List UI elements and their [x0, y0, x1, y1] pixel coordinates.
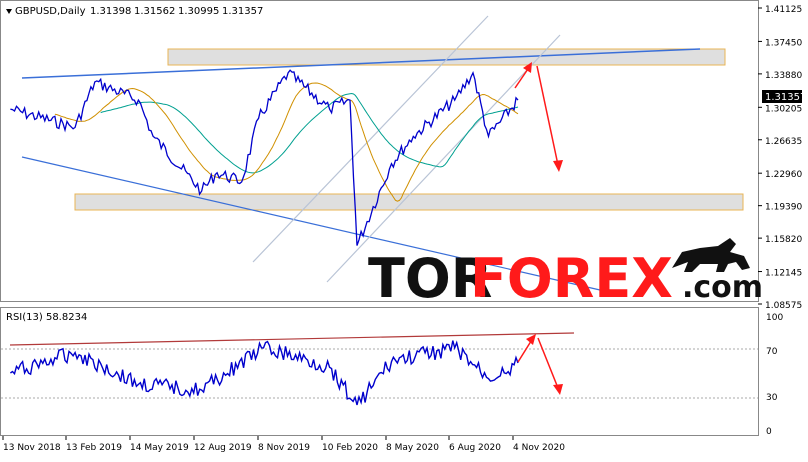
current-price-label: 1.31357 [765, 92, 806, 103]
rsi-tick-label: 70 [766, 347, 778, 357]
time-tick-label: 13 Feb 2019 [66, 443, 122, 453]
time-tick-label: 12 Aug 2019 [194, 443, 252, 453]
time-tick-label: 8 May 2020 [386, 443, 439, 453]
price-tick-label: 1.19390 [765, 203, 802, 213]
price-tick-label: 1.33880 [765, 71, 802, 81]
ohlc-open: 1.31398 [90, 6, 131, 17]
rsi-panel-frame [0, 307, 759, 436]
price-tick-label: 1.30205 [765, 104, 802, 114]
time-tick-label: 13 Nov 2018 [3, 443, 61, 453]
watermark-logo: TOR FOREX .com [368, 238, 763, 310]
support-zone [74, 193, 744, 211]
price-tick-label: 1.41125 [765, 5, 802, 15]
rsi-tick-label: 0 [766, 427, 772, 437]
watermark-forex: FOREX [470, 247, 673, 310]
ohlc-close: 1.31357 [222, 6, 263, 17]
time-tick-label: 10 Feb 2020 [322, 443, 378, 453]
price-tick-label: 1.37450 [765, 38, 802, 48]
time-axis: 13 Nov 2018 13 Feb 2019 14 May 2019 12 Aug … [2, 436, 565, 453]
time-tick-label: 14 May 2019 [130, 443, 189, 453]
time-tick-label: 6 Aug 2020 [449, 443, 501, 453]
rsi-tick-label: 30 [766, 393, 778, 403]
price-tick-label: 1.15820 [765, 235, 802, 245]
time-tick-label: 4 Nov 2020 [513, 443, 565, 453]
price-tick-label: 1.22960 [765, 170, 802, 180]
symbol-title: GBPUSD,Daily [15, 6, 86, 17]
ohlc-high: 1.31562 [134, 6, 175, 17]
price-chart-svg: TOR FOREX .com GBPUSD,Daily 1.31398 1.31… [0, 0, 806, 453]
chart-root: TOR FOREX .com GBPUSD,Daily 1.31398 1.31… [0, 0, 808, 458]
chart-header: GBPUSD,Daily 1.31398 1.31562 1.30995 1.3… [6, 6, 263, 17]
rsi-tick-label: 100 [766, 313, 783, 323]
time-tick-label: 8 Nov 2019 [258, 443, 310, 453]
price-tick-label: 1.26635 [765, 137, 802, 147]
price-tick-label: 1.12145 [765, 269, 802, 279]
watermark-suffix: .com [682, 270, 763, 305]
rsi-title: RSI(13) 58.8234 [6, 312, 87, 323]
ohlc-low: 1.30995 [178, 6, 219, 17]
price-axis: 1.41125 1.37450 1.33880 1.30205 1.26635 1.229… [758, 5, 802, 311]
rsi-axis: 100 70 30 0 [766, 313, 783, 437]
price-tick-label: 1.08575 [765, 301, 802, 311]
